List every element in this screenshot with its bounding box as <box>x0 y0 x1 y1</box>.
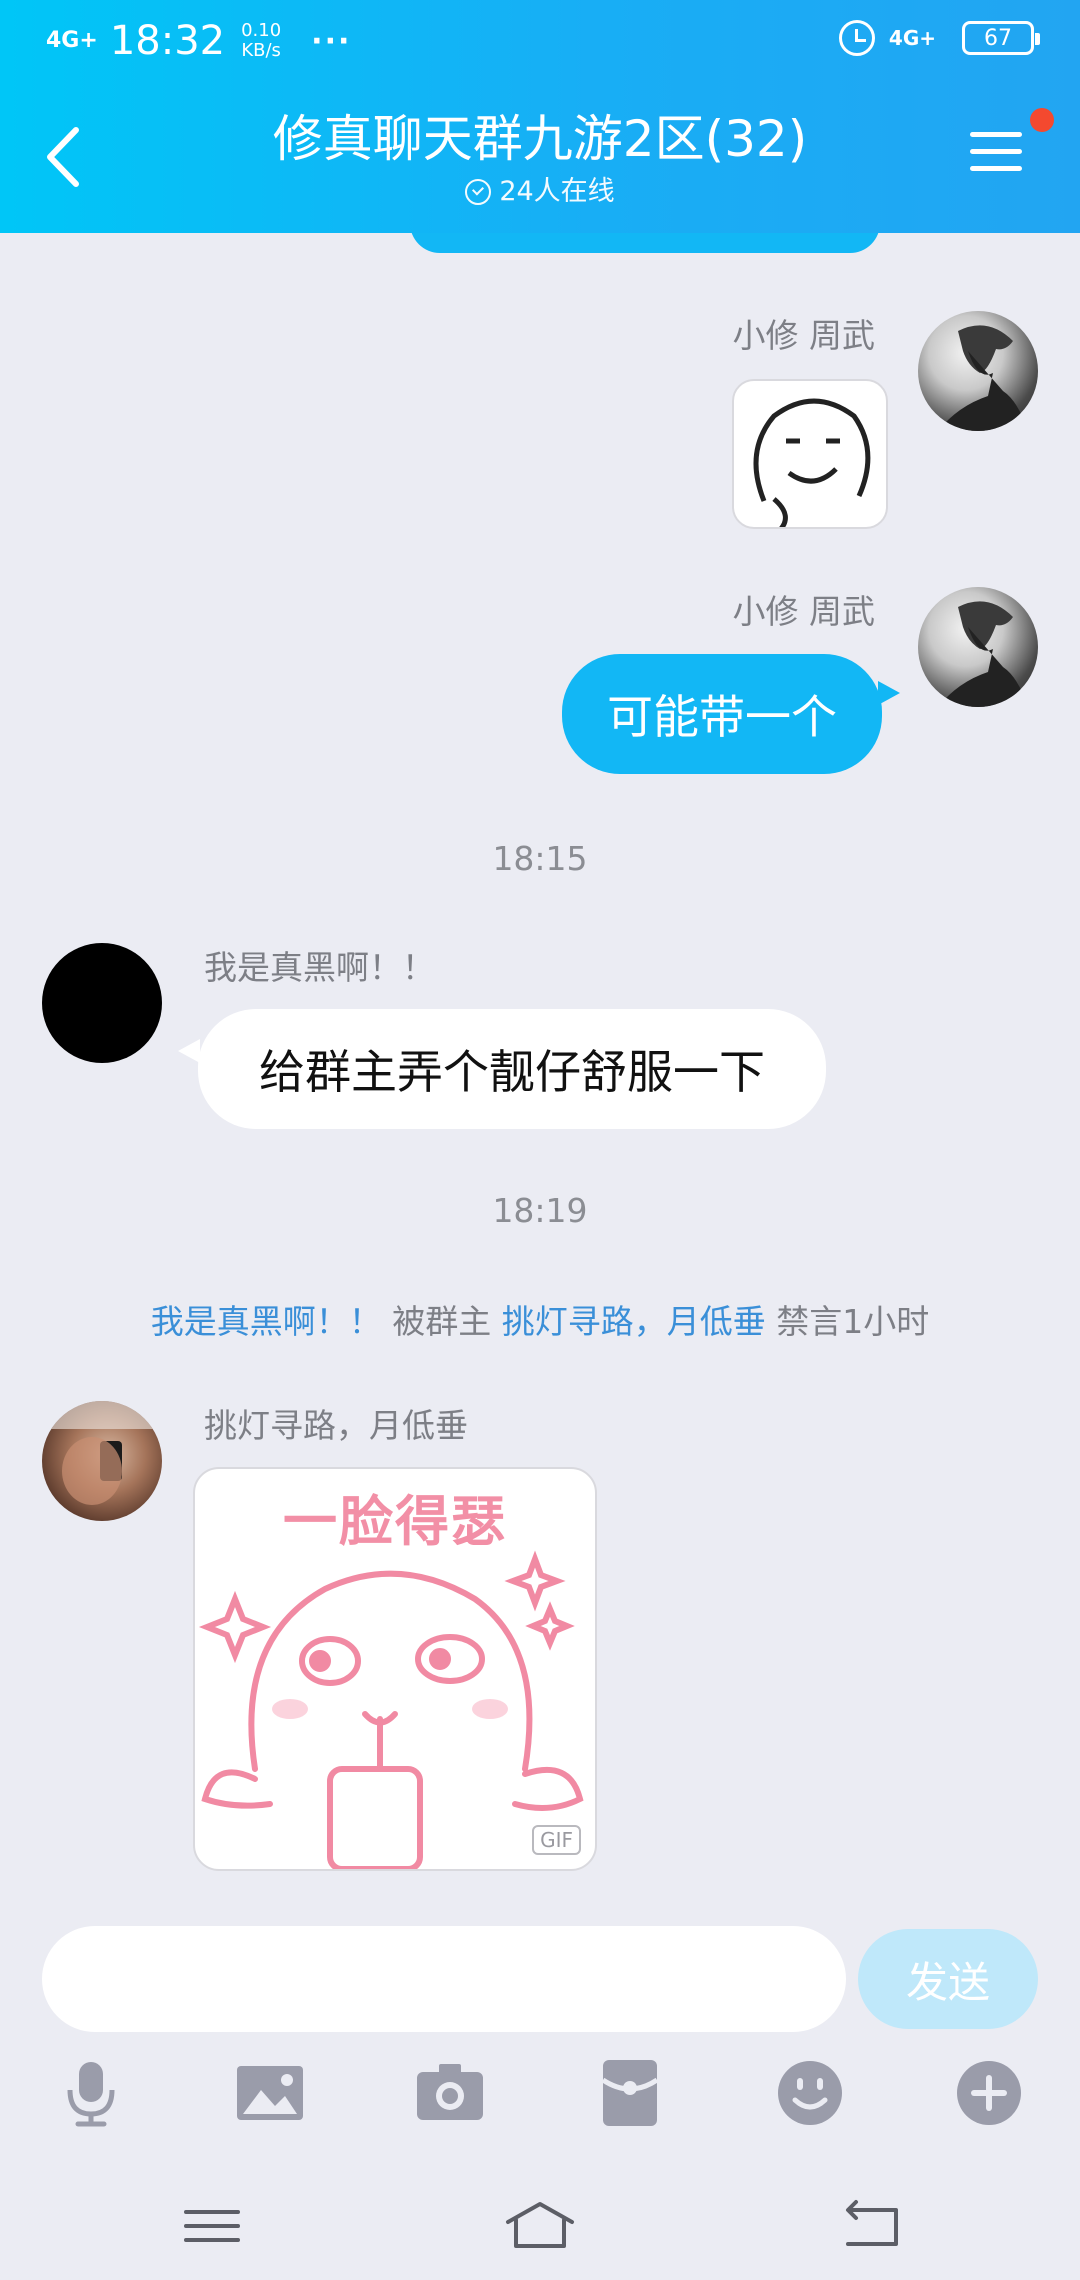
user-avatar-image <box>42 1401 162 1505</box>
system-nav-bar <box>0 2170 1080 2280</box>
alarm-icon <box>838 20 875 56</box>
sender-name: 我是真黑啊！！ <box>204 948 435 987</box>
notice-text: 被群主 <box>392 1302 492 1341</box>
sender-name: 小修 周武 <box>732 592 876 631</box>
signal-icon: 4G+ <box>46 28 98 53</box>
input-toolbar <box>0 2040 1080 2150</box>
back-nav-button[interactable] <box>830 2196 910 2256</box>
message-input[interactable] <box>42 1926 846 2032</box>
timestamp: 18:19 <box>492 1191 588 1230</box>
microphone-icon <box>67 2062 115 2127</box>
recent-apps-button[interactable] <box>172 2196 252 2256</box>
mentioned-user-link[interactable]: 我是真黑啊！！ <box>151 1302 382 1341</box>
previous-message-bubble <box>410 233 880 253</box>
avatar[interactable] <box>918 587 1038 707</box>
group-title: 修真聊天群九游2区(32) <box>272 110 808 168</box>
more-notifications-icon: ··· <box>311 23 352 59</box>
more-button[interactable] <box>954 2058 1024 2128</box>
status-time: 18:32 <box>109 18 226 64</box>
message-bubble[interactable]: 给群主弄个靓仔舒服一下 <box>198 1009 826 1129</box>
message-bubble[interactable]: 可能带一个 <box>562 654 882 774</box>
notification-dot <box>1030 108 1054 132</box>
red-packet-button[interactable] <box>595 2058 665 2128</box>
emoji-button[interactable] <box>775 2058 845 2128</box>
home-button[interactable] <box>500 2196 580 2256</box>
menu-lines-icon <box>184 2210 240 2242</box>
online-count: 24人在线 <box>499 176 615 207</box>
message-text: 可能带一个 <box>607 690 837 744</box>
bubble-tail <box>878 681 900 705</box>
bubble-tail <box>178 1039 200 1063</box>
sticker-message[interactable] <box>732 379 888 529</box>
emoji-icon <box>778 2061 842 2125</box>
menu-button[interactable] <box>970 132 1022 182</box>
admin-user-link[interactable]: 挑灯寻路，月低垂 <box>502 1302 766 1341</box>
online-status: 24人在线 <box>0 174 1080 210</box>
send-button[interactable]: 发送 <box>858 1929 1038 2029</box>
smirk-face-sticker <box>753 398 871 527</box>
header: 4G+ 18:32 0.10 KB/s ··· 4G+ 67 修真聊天群九游2区… <box>0 0 1080 233</box>
gif-badge: GIF <box>532 1825 581 1855</box>
avatar[interactable] <box>42 1401 162 1521</box>
avatar[interactable] <box>918 311 1038 431</box>
plus-icon <box>957 2061 1021 2125</box>
online-icon <box>465 179 492 205</box>
network-type: 4G+ <box>888 26 936 50</box>
status-bar: 4G+ 18:32 0.10 KB/s ··· 4G+ 67 <box>0 0 1080 84</box>
sender-name: 小修 周武 <box>732 316 876 355</box>
battery-icon: 67 <box>962 21 1040 55</box>
image-icon <box>237 2066 303 2120</box>
smug-face-sticker <box>198 1550 584 1869</box>
user-avatar-image <box>938 325 1028 431</box>
user-avatar-image <box>938 601 1028 707</box>
network-speed: 0.10 KB/s <box>241 20 282 61</box>
system-notice: 我是真黑啊！！ 被群主 挑灯寻路，月低垂 禁言1小时 <box>0 1295 1080 1343</box>
home-icon <box>506 2202 574 2248</box>
notice-text: 禁言1小时 <box>776 1302 930 1341</box>
return-icon <box>846 2200 898 2246</box>
camera-icon <box>417 2064 483 2120</box>
red-packet-icon <box>601 2060 659 2126</box>
image-button[interactable] <box>235 2058 305 2128</box>
timestamp: 18:15 <box>492 839 588 878</box>
sender-name: 挑灯寻路，月低垂 <box>204 1406 468 1445</box>
avatar[interactable] <box>42 943 162 1063</box>
gif-message[interactable]: 一脸得瑟 GIF <box>193 1467 597 1871</box>
microphone-button[interactable] <box>56 2058 126 2128</box>
camera-button[interactable] <box>415 2058 485 2128</box>
hamburger-icon <box>970 132 1022 137</box>
battery-level: 67 <box>984 25 1012 51</box>
message-text: 给群主弄个靓仔舒服一下 <box>259 1045 765 1099</box>
chat-title-area[interactable]: 修真聊天群九游2区(32) 24人在线 <box>0 104 1080 210</box>
